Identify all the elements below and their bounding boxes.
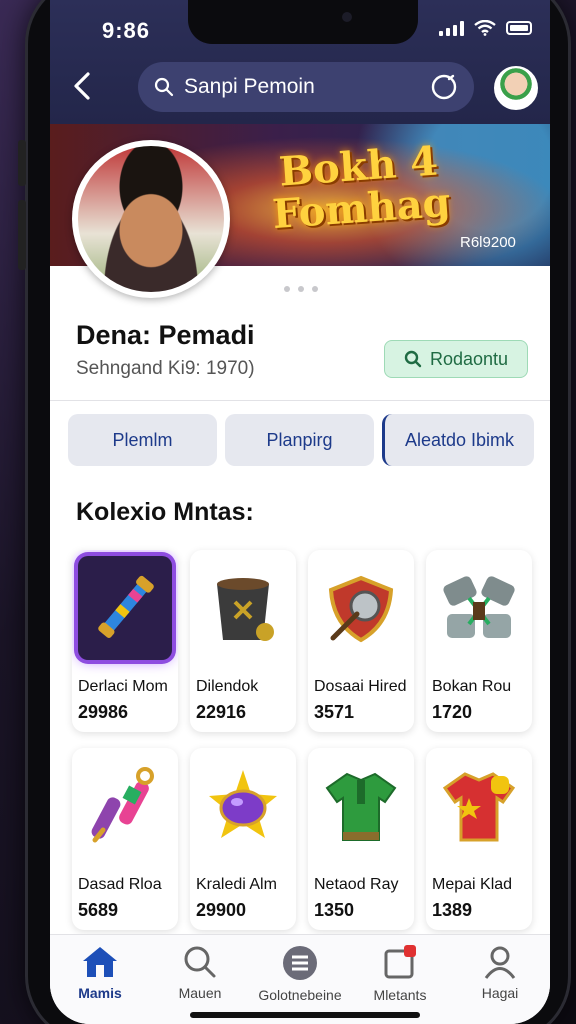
collection-card[interactable]: Dilendok 22916 [190, 550, 296, 732]
refresh-icon[interactable] [430, 73, 458, 101]
card-count: 5689 [78, 900, 119, 920]
search-icon [154, 77, 174, 97]
collection-card[interactable]: Derlaci Mom 29986 [72, 550, 178, 732]
card-name: Dilendok [196, 678, 259, 695]
collection-card[interactable]: Dasad Rloa 5689 [72, 748, 178, 930]
carousel-dots [284, 286, 318, 292]
chevron-left-icon [74, 72, 90, 100]
camera [342, 12, 352, 22]
follow-button-label: Rodaontu [429, 348, 509, 369]
follow-button[interactable]: Rodaontu [384, 340, 528, 378]
card-count: 1389 [432, 900, 473, 920]
card-count: 3571 [314, 702, 355, 722]
search-input[interactable]: Sanpi Pemoin [184, 75, 430, 99]
profile-tabs: Plemlm Planpirg Aleatdo Ibimk [68, 414, 534, 466]
wifi-icon [474, 20, 496, 36]
volume-button-2 [18, 200, 26, 270]
profile-icon [484, 946, 516, 979]
collection-card[interactable]: Dosaai Hired 3571 [308, 550, 414, 732]
back-button[interactable] [64, 68, 100, 104]
card-count: 29900 [196, 900, 247, 920]
torch-icon [78, 556, 172, 660]
collection-grid: Derlaci Mom 29986 Dilendok 22916 Dosaai … [72, 550, 538, 930]
nav-label: Hagai [481, 985, 519, 1001]
tab-1[interactable]: Plemlm [68, 414, 217, 466]
nav-label: Mamis [78, 985, 122, 1001]
card-name: Bokan Rou [432, 678, 512, 695]
banner-title: Bokh 4 Fomhag [247, 138, 472, 239]
notch [188, 0, 418, 44]
hammer-icon [432, 556, 526, 660]
search-bar[interactable]: Sanpi Pemoin [138, 62, 474, 112]
volume-button [18, 140, 26, 186]
card-count: 22916 [196, 702, 247, 722]
nav-label: Mletants [373, 987, 427, 1003]
search-icon [404, 350, 422, 368]
carousel-dot [284, 286, 290, 292]
status-time: 9:86 [102, 18, 151, 43]
carousel-dot [298, 286, 304, 292]
list-icon [283, 946, 317, 980]
nav-label: Golotnebeine [258, 987, 342, 1003]
nav-list[interactable]: Golotnebeine [250, 935, 350, 1024]
card-name: Dasad Rloa [78, 876, 162, 893]
signal-icon [439, 20, 464, 36]
search-icon [184, 946, 216, 978]
profile-photo[interactable] [72, 140, 230, 298]
nav-profile[interactable]: Hagai [450, 935, 550, 1024]
card-name: Dosaai Hired [314, 678, 407, 695]
battery-icon [506, 21, 532, 35]
profile-photo-image [78, 146, 224, 292]
gem-star-icon [196, 754, 290, 858]
card-name: Kraledi Alm [196, 876, 277, 893]
user-avatar[interactable] [494, 66, 538, 110]
home-icon [83, 947, 117, 977]
carousel-dot [312, 286, 318, 292]
scroll-icon [78, 754, 172, 858]
nav-notifications[interactable]: Mletants [350, 935, 450, 1024]
tab-2[interactable]: Planpirg [225, 414, 374, 466]
card-count: 1350 [314, 900, 355, 920]
card-name: Derlaci Mom [78, 678, 168, 695]
bucket-icon [196, 556, 290, 660]
profile-name: Dena: Pemadi [76, 320, 255, 350]
home-indicator [190, 1012, 420, 1018]
collection-card[interactable]: Bokan Rou 1720 [426, 550, 532, 732]
divider [50, 400, 550, 401]
collection-title: Kolexio Mntas: [76, 498, 254, 526]
red-jersey-icon [432, 754, 526, 858]
nav-label: Mauen [178, 985, 222, 1001]
collection-card[interactable]: Netaod Ray 1350 [308, 748, 414, 930]
nav-home[interactable]: Mamis [50, 935, 150, 1024]
nav-search[interactable]: Mauen [150, 935, 250, 1024]
notification-icon [384, 945, 416, 979]
collection-card[interactable]: Mepai Klad 1389 [426, 748, 532, 930]
top-bar: 9:86 Sanpi Pemoin [50, 0, 550, 124]
card-count: 1720 [432, 702, 473, 722]
card-count: 29986 [78, 702, 129, 722]
collection-card[interactable]: Kraledi Alm 29900 [190, 748, 296, 930]
status-icons [439, 20, 532, 36]
tab-3[interactable]: Aleatdo Ibimk [382, 414, 534, 466]
green-shirt-icon [314, 754, 408, 858]
shield-axe-icon [314, 556, 408, 660]
bottom-nav: Mamis Mauen Golotnebeine Mletants Hagai [50, 934, 550, 1024]
app-screen: 9:86 Sanpi Pemoin Bokh 4 Fomhag R6l9200 … [50, 0, 550, 1024]
card-name: Netaod Ray [314, 876, 399, 893]
banner-subtitle: R6l9200 [460, 234, 516, 251]
card-name: Mepai Klad [432, 876, 513, 893]
profile-subtitle: Sehngand Ki9: 1970) [76, 358, 255, 379]
